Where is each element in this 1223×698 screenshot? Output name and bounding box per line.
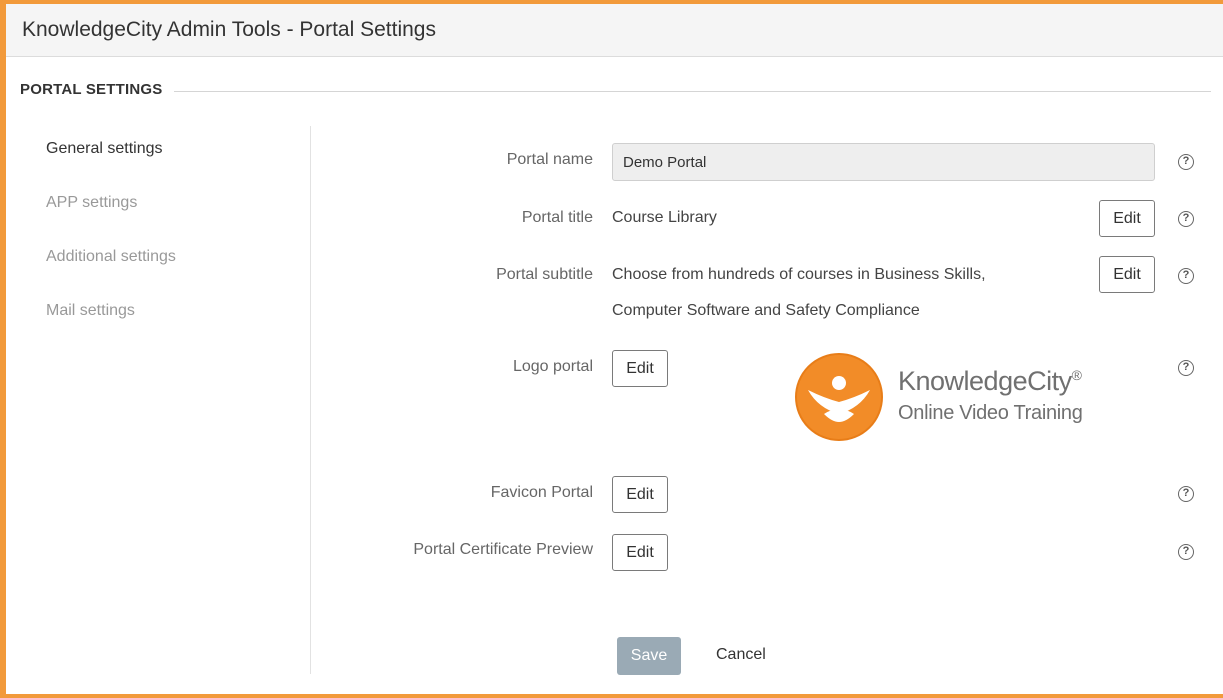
portal-subtitle-edit-button[interactable]: Edit: [1099, 256, 1155, 293]
save-button[interactable]: Save: [617, 637, 681, 675]
sidebar-item-mail-settings[interactable]: Mail settings: [46, 302, 135, 320]
portal-subtitle-line1: Choose from hundreds of courses in Busin…: [612, 266, 986, 283]
window-title: KnowledgeCity Admin Tools - Portal Setti…: [22, 18, 436, 41]
section-header: PORTAL SETTINGS: [20, 81, 1211, 101]
certificate-preview-help-icon[interactable]: ?: [1178, 544, 1194, 560]
sidebar-divider: [310, 126, 311, 674]
logo-portal-edit-button[interactable]: Edit: [612, 350, 668, 387]
cancel-button[interactable]: Cancel: [716, 646, 766, 664]
portal-name-help-icon[interactable]: ?: [1178, 154, 1194, 170]
portal-title-value: Course Library: [612, 209, 717, 226]
portal-name-label: Portal name: [506, 151, 593, 168]
favicon-portal-help-icon[interactable]: ?: [1178, 486, 1194, 502]
favicon-portal-edit-button[interactable]: Edit: [612, 476, 668, 513]
section-title: PORTAL SETTINGS: [20, 81, 175, 98]
certificate-preview-edit-button[interactable]: Edit: [612, 534, 668, 571]
logo-portal-help-icon[interactable]: ?: [1178, 360, 1194, 376]
section-divider: [20, 91, 1211, 92]
portal-title-help-icon[interactable]: ?: [1178, 211, 1194, 227]
app-window: KnowledgeCity Admin Tools - Portal Setti…: [0, 0, 1223, 698]
sidebar-item-app-settings[interactable]: APP settings: [46, 194, 137, 212]
portal-logo: KnowledgeCity® Online Video Training: [794, 352, 1094, 444]
portal-name-input[interactable]: [612, 143, 1155, 181]
portal-subtitle-help-icon[interactable]: ?: [1178, 268, 1194, 284]
favicon-portal-label: Favicon Portal: [490, 484, 593, 501]
knowledgecity-logo-icon: [795, 353, 883, 441]
portal-subtitle-label: Portal subtitle: [496, 266, 593, 283]
portal-title-edit-button[interactable]: Edit: [1099, 200, 1155, 237]
logo-portal-label: Logo portal: [512, 358, 593, 375]
logo-tagline: Online Video Training: [898, 402, 1083, 424]
sidebar-item-additional-settings[interactable]: Additional settings: [46, 248, 176, 266]
title-bar: KnowledgeCity Admin Tools - Portal Setti…: [6, 4, 1223, 57]
portal-title-label: Portal title: [521, 209, 593, 226]
certificate-preview-label: Portal Certificate Preview: [413, 541, 593, 558]
logo-registered-mark: ®: [1071, 367, 1082, 383]
sidebar-item-general-settings[interactable]: General settings: [46, 140, 163, 158]
portal-subtitle-line2: Computer Software and Safety Compliance: [612, 302, 920, 319]
logo-brand-text: KnowledgeCity: [898, 366, 1072, 396]
logo-wordmark: KnowledgeCity®: [898, 366, 1082, 397]
